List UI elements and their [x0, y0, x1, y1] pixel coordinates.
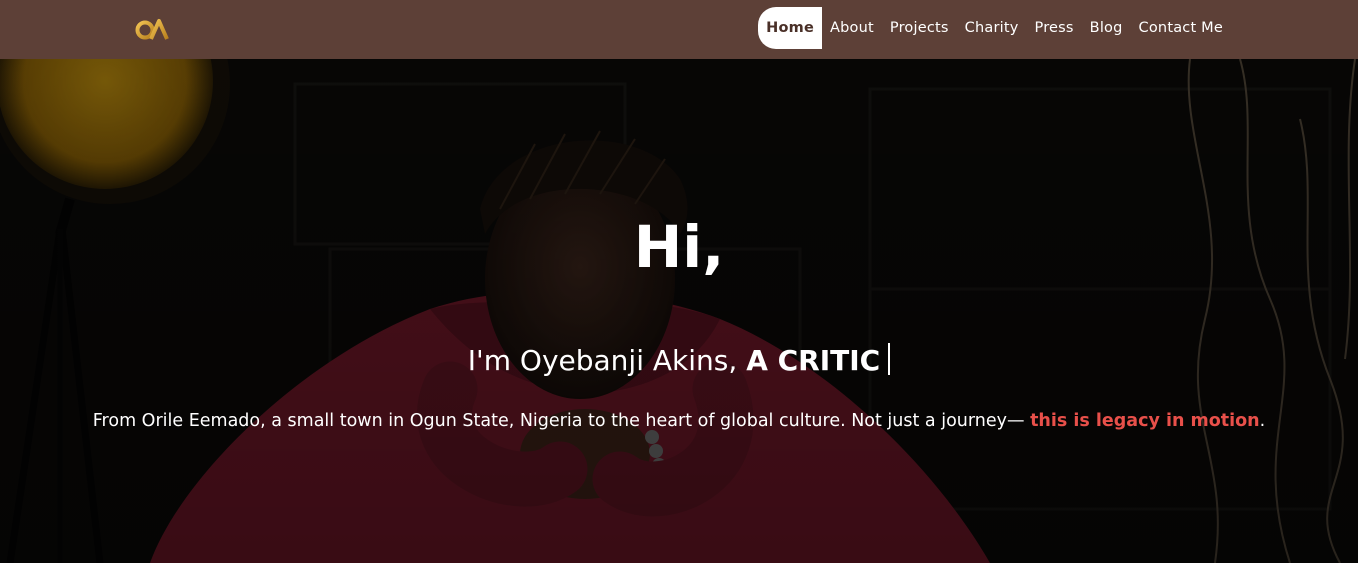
hero-text: Hi, I'm Oyebanji Akins, A CRITIC From Or…: [0, 59, 1358, 563]
nav-home[interactable]: Home: [758, 7, 822, 49]
tagline-suffix: .: [1259, 411, 1266, 431]
oa-logo-icon[interactable]: [135, 18, 169, 42]
tagline-highlight: this is legacy in motion: [1030, 411, 1260, 431]
nav-about[interactable]: About: [822, 7, 882, 49]
nav-press[interactable]: Press: [1027, 7, 1082, 49]
intro-name: I'm Oyebanji Akins,: [467, 344, 738, 377]
nav-blog[interactable]: Blog: [1082, 7, 1131, 49]
hero-tagline: From Orile Eemado, a small town in Ogun …: [0, 407, 1358, 435]
intro-role: A CRITIC: [746, 344, 881, 377]
nav-charity[interactable]: Charity: [957, 7, 1027, 49]
tagline-text: From Orile Eemado, a small town in Ogun …: [92, 411, 1025, 431]
main-nav: Home About Projects Charity Press Blog C…: [758, 7, 1231, 49]
hero-greeting: Hi,: [633, 213, 725, 281]
typing-cursor: [888, 343, 891, 375]
nav-projects[interactable]: Projects: [882, 7, 957, 49]
hero-intro: I'm Oyebanji Akins, A CRITIC: [0, 339, 1358, 383]
hero-section: Hi, I'm Oyebanji Akins, A CRITIC From Or…: [0, 59, 1358, 563]
nav-contact-me[interactable]: Contact Me: [1131, 7, 1231, 49]
site-header: Home About Projects Charity Press Blog C…: [0, 0, 1358, 59]
